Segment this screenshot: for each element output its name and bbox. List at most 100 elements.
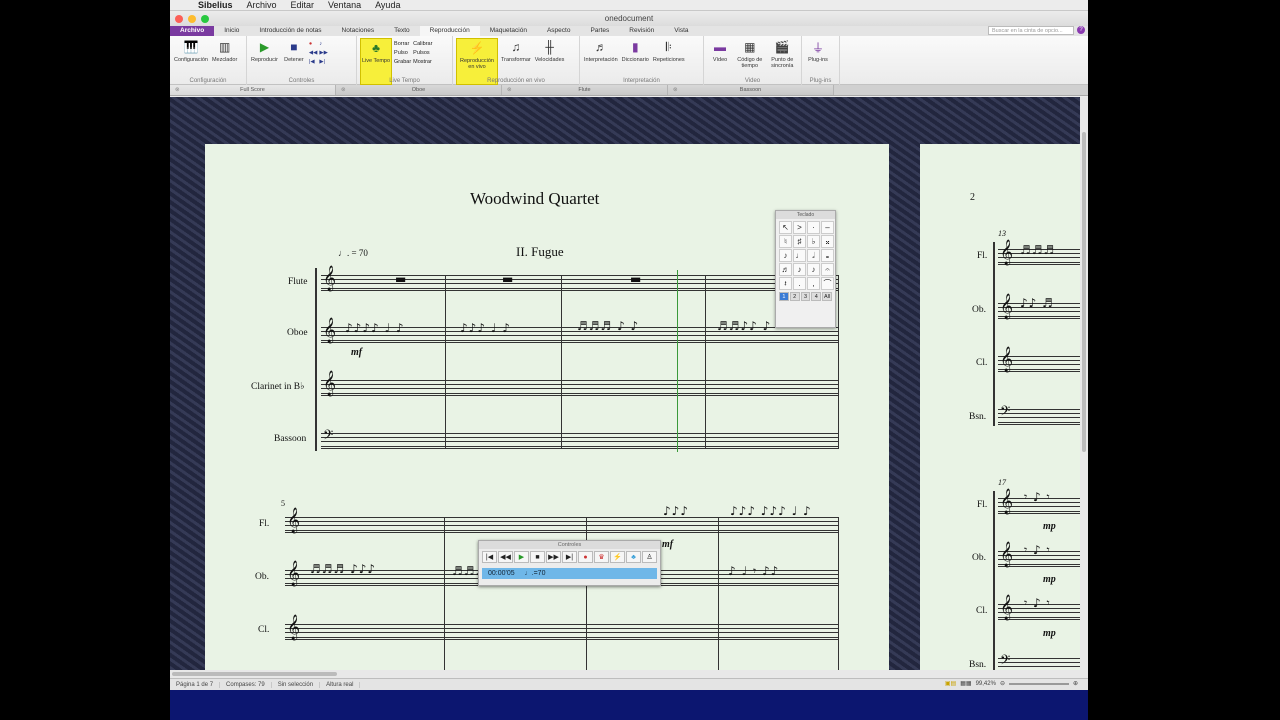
tab-maquetacion[interactable]: Maquetación <box>480 26 537 36</box>
horizontal-scroll-thumb[interactable] <box>172 672 337 676</box>
keypad-key[interactable]: ♮ <box>779 235 792 248</box>
keypad-key[interactable]: 𝄪 <box>821 235 834 248</box>
part-tab-flute[interactable]: ⊗ Flute <box>502 85 668 95</box>
grabar-button[interactable]: Grabar <box>394 59 411 65</box>
tab-vista[interactable]: Vista <box>664 26 698 36</box>
keypad-tab[interactable]: All <box>822 292 832 301</box>
vertical-scroll-thumb[interactable] <box>1082 132 1086 452</box>
horizontal-scrollbar[interactable] <box>170 670 1088 678</box>
part-tab-full-score[interactable]: ⊗ Full Score <box>170 85 336 95</box>
p2-notes[interactable]: ♪♪ ♬ <box>1020 296 1054 310</box>
oboe-notes-bar4[interactable]: ♬♬♪♪ ♪ <box>717 319 771 333</box>
p2-staff[interactable] <box>998 409 1080 425</box>
oboe-notes-bar3[interactable]: ♬♬♬ ♪ ♪ <box>577 319 639 333</box>
metronome-icon[interactable]: ♪ <box>319 41 327 47</box>
tab-aspecto[interactable]: Aspecto <box>537 26 581 36</box>
keypad-key[interactable]: ♪ <box>779 249 792 262</box>
menu-app[interactable]: Sibelius <box>198 0 233 10</box>
keypad-key[interactable]: 𝅗𝅥 <box>807 249 820 262</box>
close-tab-icon[interactable]: ⊗ <box>673 85 678 96</box>
live-tempo-icon[interactable]: ♣ <box>626 551 641 563</box>
tab-texto[interactable]: Texto <box>384 26 420 36</box>
menu-archivo[interactable]: Archivo <box>247 0 277 10</box>
tab-inicio[interactable]: Inicio <box>214 26 249 36</box>
record-icon[interactable]: ● <box>309 41 317 47</box>
p2-notes[interactable]: ♬♬♬ <box>1020 243 1055 257</box>
record-icon[interactable]: ● <box>578 551 593 563</box>
menu-ayuda[interactable]: Ayuda <box>375 0 400 10</box>
keypad-key[interactable]: ⌒ <box>821 277 834 290</box>
zoom-in-icon[interactable]: ⊕ <box>1073 680 1078 687</box>
flute-notes-s2-bar3[interactable]: ♪♪♪ <box>663 504 689 518</box>
tab-revision[interactable]: Revisión <box>619 26 664 36</box>
mostrar-button[interactable]: Mostrar <box>413 59 432 65</box>
tab-notaciones[interactable]: Notaciones <box>332 26 385 36</box>
rewind-icon[interactable]: ◀◀ <box>498 551 513 563</box>
keypad-key[interactable]: 𝄐 <box>821 263 834 276</box>
keypad-key[interactable]: ♯ <box>793 235 806 248</box>
end-icon[interactable]: ▶| <box>319 59 327 65</box>
fastforward-icon[interactable]: ▶▶ <box>546 551 561 563</box>
keypad-tab[interactable]: 2 <box>789 292 800 301</box>
pulso-button[interactable]: Pulso <box>394 50 411 56</box>
keypad-key[interactable]: ♪ <box>793 263 806 276</box>
play-icon[interactable]: ▶ <box>514 551 529 563</box>
p2-notes[interactable]: 𝄾 ♪ 𝄾 <box>1024 490 1051 505</box>
to-start-icon[interactable]: |◀ <box>482 551 497 563</box>
timeline-display[interactable]: 00:00'05 ♩.=70 <box>482 568 657 579</box>
calibrar-button[interactable]: Calibrar <box>413 41 432 47</box>
oboe-notes-s2-bar4[interactable]: ♪ ♩ 𝄾 ♪♪ <box>728 564 779 579</box>
oboe-notes-bar2[interactable]: ♪♪♪ ♩ ♪ <box>460 321 511 335</box>
stop-icon[interactable]: ■ <box>530 551 545 563</box>
view-mode-icon[interactable]: ▣▤ <box>945 680 956 687</box>
keypad-key[interactable]: , <box>807 277 820 290</box>
menu-ventana[interactable]: Ventana <box>328 0 361 10</box>
menu-editar[interactable]: Editar <box>291 0 315 10</box>
staff-clarinet-system2[interactable] <box>285 624 839 640</box>
lightning-icon[interactable]: ⚡ <box>610 551 625 563</box>
p2-notes[interactable]: 𝄾 ♪ 𝄾 <box>1024 596 1051 611</box>
keypad-key[interactable]: ♪ <box>807 263 820 276</box>
ribbon-search-input[interactable]: Buscar en la cinta de opcio... <box>988 26 1074 35</box>
oboe-notes-bar1[interactable]: ♪♪♪♪ ♩ ♪ <box>345 321 405 335</box>
close-tab-icon[interactable]: ⊗ <box>507 85 512 96</box>
close-tab-icon[interactable]: ⊗ <box>175 85 180 96</box>
rewind-icon[interactable]: ◀◀ <box>309 50 317 56</box>
transport-controls-palette[interactable]: Controles |◀ ◀◀ ▶ ■ ▶▶ ▶| ● ♛ ⚡ ♣ ♙ 00:0… <box>478 540 661 586</box>
keypad-key[interactable]: – <box>821 221 834 234</box>
staff-bassoon[interactable] <box>321 433 839 449</box>
pulsos-button[interactable]: Pulsos <box>413 50 432 56</box>
zoom-out-icon[interactable]: ⊖ <box>1000 680 1005 687</box>
keypad-tab[interactable]: 3 <box>800 292 811 301</box>
staff-flute-system2[interactable] <box>285 517 839 533</box>
keypad-palette[interactable]: Teclado ↖ > · – ♮ ♯ ♭ 𝄪 ♪ ♩ 𝅗𝅥 𝅝 ♬ ♪ ♪ 𝄐… <box>775 210 836 328</box>
close-tab-icon[interactable]: ⊗ <box>341 85 346 96</box>
part-tab-bassoon[interactable]: ⊗ Bassoon <box>668 85 834 95</box>
keypad-key[interactable]: > <box>793 221 806 234</box>
metronome-icon[interactable]: ♙ <box>642 551 657 563</box>
part-tab-oboe[interactable]: ⊗ Oboe <box>336 85 502 95</box>
p2-notes[interactable]: 𝄾 ♪ 𝄾 <box>1024 543 1051 558</box>
tab-partes[interactable]: Partes <box>580 26 619 36</box>
start-icon[interactable]: |◀ <box>309 59 317 65</box>
keypad-key[interactable]: · <box>807 221 820 234</box>
fastforward-icon[interactable]: ▶▶ <box>319 50 327 56</box>
help-icon[interactable]: ? <box>1077 26 1085 34</box>
keypad-key[interactable]: 𝅝 <box>821 249 834 262</box>
score-page-2[interactable]: 2 13 Fl. Ob. Cl. Bsn. 𝄞 𝄞 𝄞 𝄢 ♬♬♬ ♪♪ ♬ 1… <box>920 144 1080 678</box>
page-layout-icon[interactable]: ▦▦ <box>960 680 971 687</box>
flute-notes-s2-bar4[interactable]: ♪♪♪ ♪♪♪ ♩ ♪ <box>730 504 812 518</box>
oboe-notes-s2-bar1[interactable]: ♬♬♬ ♪♪♪ <box>310 562 376 576</box>
keypad-key[interactable]: ♩ <box>793 249 806 262</box>
keypad-key[interactable]: . <box>793 277 806 290</box>
keypad-key[interactable]: ♭ <box>807 235 820 248</box>
tab-introduccion-notas[interactable]: Introducción de notas <box>249 26 331 36</box>
keypad-key[interactable]: 𝄽 <box>779 277 792 290</box>
tab-reproduccion[interactable]: Reproducción <box>419 26 480 36</box>
keypad-tab[interactable]: 1 <box>779 292 789 301</box>
borrar-button[interactable]: Borrar <box>394 41 411 47</box>
zoom-slider[interactable] <box>1008 682 1069 685</box>
score-canvas[interactable]: Woodwind Quartet II. Fugue ♩. = 70 Flute… <box>170 97 1080 678</box>
staff-clarinet[interactable] <box>321 380 839 396</box>
keypad-tab[interactable]: 4 <box>811 292 822 301</box>
